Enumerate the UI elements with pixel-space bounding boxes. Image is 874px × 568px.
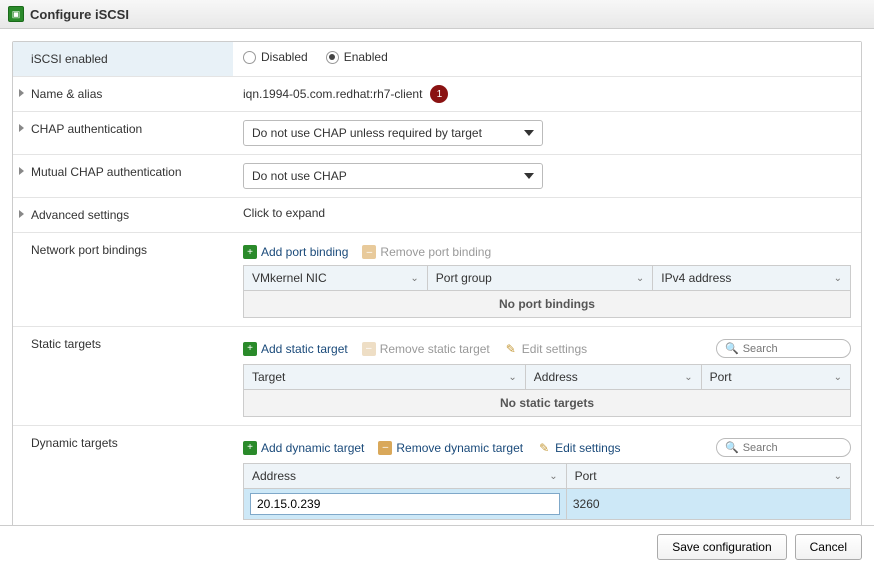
remove-icon: – bbox=[362, 245, 376, 259]
port-bindings-grid: VMkernel NIC ⌄ Port group ⌄ IPv4 address… bbox=[243, 265, 851, 318]
chevron-down-icon bbox=[524, 173, 534, 179]
window-titlebar: ▣ Configure iSCSI bbox=[0, 0, 874, 29]
col-vmkernel-nic[interactable]: VMkernel NIC ⌄ bbox=[244, 266, 428, 290]
static-targets-label: Static targets bbox=[31, 337, 101, 351]
add-dynamic-target-button[interactable]: + Add dynamic target bbox=[243, 441, 364, 455]
search-input[interactable] bbox=[743, 343, 842, 355]
col-port[interactable]: Port ⌄ bbox=[702, 365, 850, 389]
col-port-group[interactable]: Port group ⌄ bbox=[428, 266, 654, 290]
add-port-binding-label: Add port binding bbox=[261, 245, 348, 259]
dynamic-targets-search[interactable]: 🔍 bbox=[716, 438, 851, 457]
mutual-chap-label: Mutual CHAP authentication bbox=[31, 165, 182, 179]
add-icon: + bbox=[243, 342, 257, 356]
radio-disabled[interactable]: Disabled bbox=[243, 50, 308, 64]
advanced-settings-label: Advanced settings bbox=[31, 208, 129, 222]
col-address[interactable]: Address ⌄ bbox=[526, 365, 702, 389]
chap-auth-value: Do not use CHAP unless required by targe… bbox=[252, 126, 482, 140]
advanced-settings-value[interactable]: Click to expand bbox=[243, 206, 325, 220]
search-icon: 🔍 bbox=[725, 441, 739, 454]
dynamic-targets-grid: Address ⌄ Port ⌄ 3260 bbox=[243, 463, 851, 520]
radio-enabled[interactable]: Enabled bbox=[326, 50, 388, 64]
pencil-icon: ✎ bbox=[537, 441, 551, 455]
edit-static-target-button: ✎ Edit settings bbox=[504, 342, 587, 356]
radio-circle-icon bbox=[243, 51, 256, 64]
cancel-button[interactable]: Cancel bbox=[795, 534, 862, 560]
static-targets-search[interactable]: 🔍 bbox=[716, 339, 851, 358]
col-target[interactable]: Target ⌄ bbox=[244, 365, 526, 389]
chap-auth-label: CHAP authentication bbox=[31, 122, 142, 136]
col-address[interactable]: Address ⌄ bbox=[244, 464, 567, 488]
edit-dynamic-target-button[interactable]: ✎ Edit settings bbox=[537, 441, 620, 455]
search-input[interactable] bbox=[743, 442, 842, 454]
iscsi-enabled-label: iSCSI enabled bbox=[31, 52, 108, 66]
radio-circle-checked-icon bbox=[326, 51, 339, 64]
port-bindings-label: Network port bindings bbox=[31, 243, 147, 257]
dynamic-targets-label: Dynamic targets bbox=[31, 436, 118, 450]
remove-static-target-button: – Remove static target bbox=[362, 342, 490, 356]
chevron-down-icon bbox=[524, 130, 534, 136]
chap-auth-select[interactable]: Do not use CHAP unless required by targe… bbox=[243, 120, 543, 146]
config-panel: iSCSI enabled Disabled Enabled bbox=[12, 41, 862, 529]
expand-caret-icon[interactable] bbox=[19, 124, 24, 132]
window-title: Configure iSCSI bbox=[30, 7, 129, 22]
radio-disabled-label: Disabled bbox=[261, 50, 308, 64]
chevron-down-icon: ⌄ bbox=[549, 471, 557, 482]
dynamic-target-address-input[interactable] bbox=[250, 493, 560, 515]
add-port-binding-button[interactable]: + Add port binding bbox=[243, 245, 348, 259]
dynamic-target-port: 3260 bbox=[573, 497, 600, 511]
iscsi-app-icon: ▣ bbox=[8, 6, 24, 22]
col-port[interactable]: Port ⌄ bbox=[567, 464, 850, 488]
iscsi-enabled-radio-group: Disabled Enabled bbox=[243, 50, 851, 64]
chevron-down-icon: ⌄ bbox=[684, 372, 692, 383]
chevron-down-icon: ⌄ bbox=[508, 372, 516, 383]
mutual-chap-value: Do not use CHAP bbox=[252, 169, 347, 183]
static-targets-grid: Target ⌄ Address ⌄ Port ⌄ No static targ… bbox=[243, 364, 851, 417]
static-targets-empty: No static targets bbox=[244, 389, 850, 416]
remove-icon: – bbox=[362, 342, 376, 356]
remove-port-binding-button: – Remove port binding bbox=[362, 245, 491, 259]
chevron-down-icon: ⌄ bbox=[636, 273, 644, 284]
pencil-icon: ✎ bbox=[504, 342, 518, 356]
chevron-down-icon: ⌄ bbox=[834, 273, 842, 284]
add-icon: + bbox=[243, 441, 257, 455]
chevron-down-icon: ⌄ bbox=[410, 273, 418, 284]
dialog-footer: Save configuration Cancel bbox=[0, 525, 874, 568]
expand-caret-icon[interactable] bbox=[19, 89, 24, 97]
expand-caret-icon[interactable] bbox=[19, 210, 24, 218]
search-icon: 🔍 bbox=[725, 342, 739, 355]
name-alias-value: iqn.1994-05.com.redhat:rh7-client bbox=[243, 87, 422, 101]
save-configuration-button[interactable]: Save configuration bbox=[657, 534, 786, 560]
chevron-down-icon: ⌄ bbox=[834, 471, 842, 482]
step-badge: 1 bbox=[430, 85, 448, 103]
remove-icon: – bbox=[378, 441, 392, 455]
chevron-down-icon: ⌄ bbox=[834, 372, 842, 383]
expand-caret-icon[interactable] bbox=[19, 167, 24, 175]
add-icon: + bbox=[243, 245, 257, 259]
radio-enabled-label: Enabled bbox=[344, 50, 388, 64]
remove-port-binding-label: Remove port binding bbox=[380, 245, 491, 259]
name-alias-label: Name & alias bbox=[31, 87, 102, 101]
port-bindings-empty: No port bindings bbox=[244, 290, 850, 317]
mutual-chap-select[interactable]: Do not use CHAP bbox=[243, 163, 543, 189]
add-static-target-button[interactable]: + Add static target bbox=[243, 342, 348, 356]
col-ipv4[interactable]: IPv4 address ⌄ bbox=[653, 266, 850, 290]
dynamic-target-row[interactable]: 3260 bbox=[244, 488, 850, 519]
remove-dynamic-target-button[interactable]: – Remove dynamic target bbox=[378, 441, 523, 455]
